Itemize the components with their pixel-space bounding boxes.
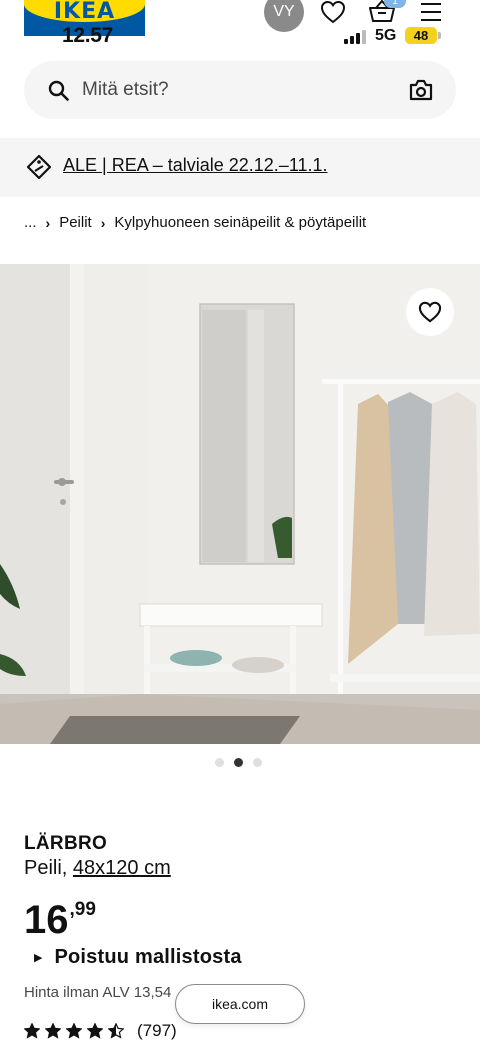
price-decimal: ,99	[69, 899, 96, 920]
camera-icon[interactable]	[408, 78, 434, 102]
star-icon	[108, 1023, 124, 1039]
breadcrumb-item-bathroom-mirrors[interactable]: Kylpyhuoneen seinäpeilit & pöytäpeilit	[114, 214, 366, 231]
chevron-right-icon: ›	[45, 214, 51, 231]
promo-link[interactable]: ALE | REA – talviale 22.12.–11.1.	[63, 155, 328, 176]
product-price: 16 ,99	[24, 896, 96, 944]
product-name: LÄRBRO	[24, 833, 108, 854]
battery-indicator: 48	[405, 27, 437, 44]
price-integer: 16	[24, 898, 69, 942]
price-tag-icon	[26, 154, 52, 180]
signal-icon	[344, 30, 368, 44]
promo-banner[interactable]: ALE | REA – talviale 22.12.–11.1.	[0, 138, 480, 197]
star-icon	[24, 1023, 40, 1039]
top-bar: IKEA 12.57 VY 1 5G 48	[0, 0, 480, 52]
breadcrumb-ellipsis[interactable]: ...	[24, 214, 37, 231]
carousel-dot[interactable]	[215, 758, 224, 767]
logo-text: IKEA	[53, 0, 116, 24]
breadcrumb: ... › Peilit › Kylpyhuoneen seinäpeilit …	[24, 214, 366, 231]
network-type: 5G	[375, 27, 397, 44]
browser-url: ikea.com	[211, 996, 269, 1012]
review-count: (797)	[137, 1021, 177, 1040]
battery-nub	[438, 32, 441, 39]
price-excluding-vat: Hinta ilman ALV 13,54	[24, 984, 172, 1001]
image-carousel-dots	[215, 758, 262, 767]
search-input[interactable]	[82, 61, 382, 119]
add-to-favourites-button[interactable]	[406, 288, 454, 336]
star-icon	[66, 1023, 82, 1039]
menu-icon[interactable]	[420, 2, 442, 22]
caret-right-icon: ▶	[34, 952, 43, 964]
heart-icon[interactable]	[320, 0, 346, 24]
search-icon	[48, 80, 69, 101]
star-icon	[45, 1023, 61, 1039]
carousel-dot[interactable]	[253, 758, 262, 767]
product-description: Peili, 48x120 cm	[24, 857, 171, 880]
browser-url-pill[interactable]: ikea.com	[175, 984, 305, 1024]
status-text: Poistuu mallistosta	[54, 946, 242, 968]
breadcrumb-item-mirrors[interactable]: Peilit	[59, 214, 92, 231]
user-avatar[interactable]: VY	[264, 0, 304, 32]
product-rating[interactable]: (797)	[24, 1021, 177, 1041]
star-icon	[87, 1023, 103, 1039]
carousel-dot[interactable]	[234, 758, 243, 767]
cart-count: 1	[392, 0, 398, 7]
product-status[interactable]: ▶ Poistuu mallistosta	[24, 946, 242, 969]
search-bar[interactable]	[24, 61, 456, 119]
product-image[interactable]	[0, 264, 480, 744]
status-clock: 12.57	[62, 24, 114, 47]
heart-icon	[418, 301, 442, 323]
product-type: Peili,	[24, 857, 68, 879]
product-size-link[interactable]: 48x120 cm	[73, 857, 171, 879]
cart-count-badge: 1	[384, 0, 406, 8]
rating-stars	[24, 1023, 124, 1039]
chevron-right-icon: ›	[100, 214, 106, 231]
